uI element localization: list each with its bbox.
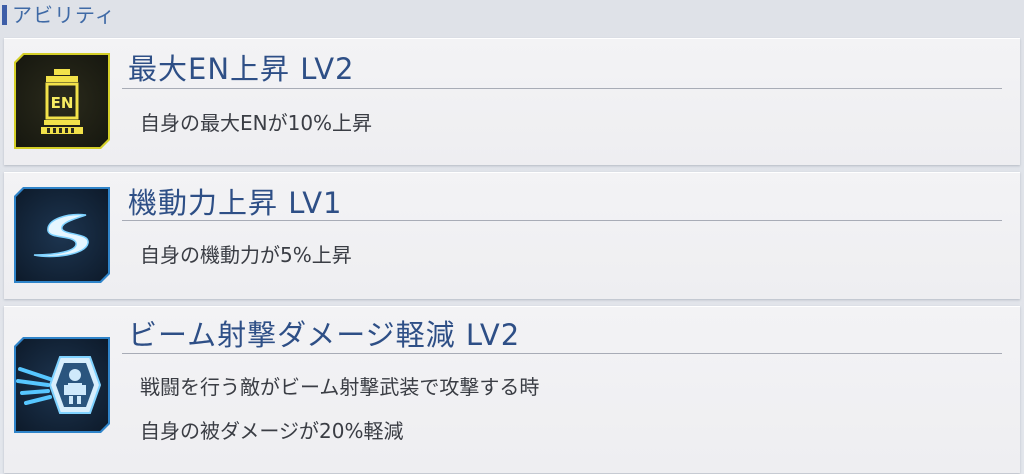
beam-shield-icon (16, 339, 108, 431)
ability-description-line-1: 戦闘を行う敵がビーム射撃武装で攻撃する時 (140, 375, 540, 399)
en-battery-icon: EN (16, 55, 108, 147)
section-header: アビリティ (0, 0, 1024, 30)
ability-description: 自身の機動力が5%上昇 (140, 243, 352, 267)
ability-title: 最大EN上昇 LV2 (128, 52, 355, 86)
ability-icon-frame (14, 337, 110, 433)
divider (122, 353, 1002, 354)
mobility-swoosh-icon (16, 189, 108, 281)
ability-card[interactable]: ビーム射撃ダメージ軽減 LV2 戦闘を行う敵がビーム射撃武装で攻撃する時 自身の… (4, 306, 1020, 473)
ability-title: 機動力上昇 LV1 (128, 186, 343, 220)
en-icon-label: EN (51, 94, 74, 112)
ability-icon-frame (14, 187, 110, 283)
divider (122, 220, 1002, 221)
divider (122, 88, 1002, 89)
ability-card[interactable]: 機動力上昇 LV1 自身の機動力が5%上昇 (4, 172, 1020, 299)
ability-description: 自身の最大ENが10%上昇 (140, 111, 373, 135)
ability-icon-frame: EN (14, 53, 110, 149)
ability-description-line-2: 自身の被ダメージが20%軽減 (140, 419, 404, 443)
ability-card[interactable]: EN 最大EN上昇 LV2 自身の最大ENが10%上昇 (4, 38, 1020, 165)
header-accent-bar (2, 5, 7, 25)
section-title: アビリティ (12, 3, 116, 27)
ability-title: ビーム射撃ダメージ軽減 LV2 (128, 318, 521, 352)
